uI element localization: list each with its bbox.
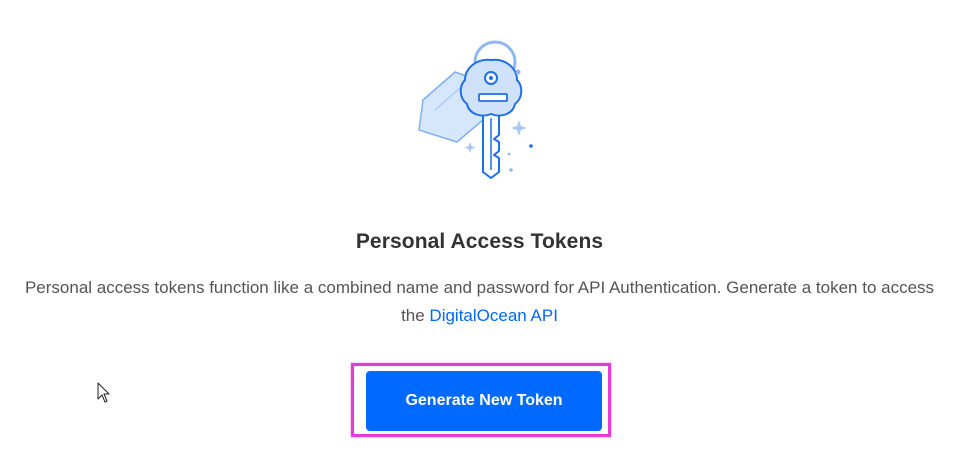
personal-access-tokens-empty-state: Personal Access Tokens Personal access t… [0, 0, 959, 450]
mouse-cursor-icon [97, 382, 110, 403]
page-title: Personal Access Tokens [355, 230, 604, 253]
generate-new-token-button[interactable]: Generate New Token [366, 371, 602, 431]
key-with-tag-icon [418, 40, 533, 179]
digitalocean-api-link[interactable]: DigitalOcean API [429, 306, 558, 325]
page-description: Personal access tokens function like a c… [20, 274, 939, 330]
